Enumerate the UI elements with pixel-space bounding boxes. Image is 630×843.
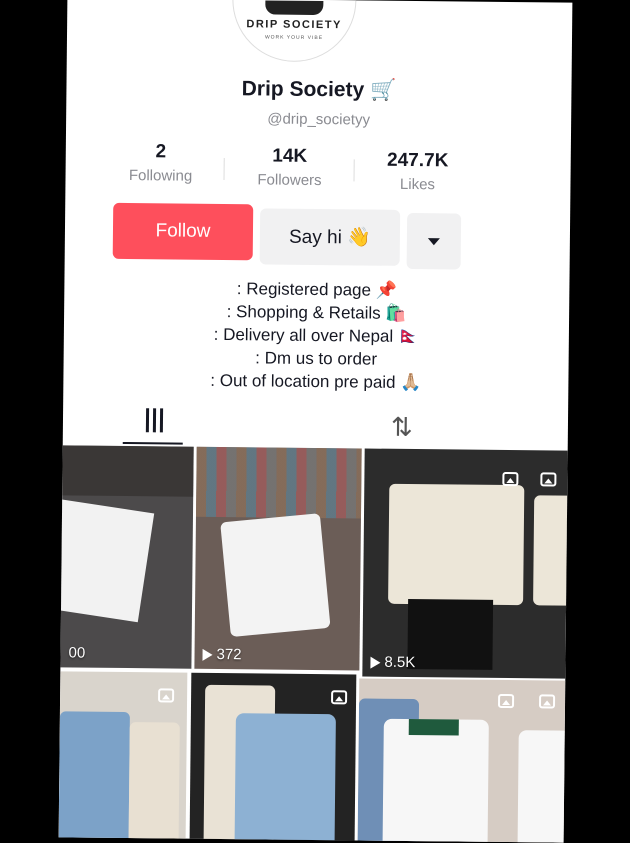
follow-button[interactable]: Follow bbox=[112, 202, 254, 261]
denim-jacket bbox=[58, 711, 130, 843]
bio-line: : Out of location pre paid 🙏🏼 bbox=[210, 370, 422, 393]
tab-videos[interactable] bbox=[141, 406, 169, 434]
say-hi-button[interactable]: Say hi 👋 bbox=[259, 208, 401, 266]
stat-likes-value: 247.7K bbox=[386, 149, 449, 172]
video-thumbnail[interactable]: 8.5K bbox=[362, 448, 568, 679]
photo-icon bbox=[331, 690, 348, 705]
logo-mark bbox=[265, 0, 324, 16]
caret-down-icon bbox=[427, 237, 440, 245]
denim-jacket bbox=[234, 713, 336, 843]
photo-thumbnail[interactable] bbox=[189, 672, 357, 843]
view-count-label: 00 bbox=[68, 644, 86, 662]
stat-followers[interactable]: 14K Followers bbox=[234, 145, 344, 190]
photo-icon bbox=[502, 471, 519, 487]
background-shelf bbox=[62, 445, 194, 497]
photo-icon bbox=[158, 688, 175, 703]
photo-icon bbox=[497, 693, 515, 709]
profile-screen: DRIP SOCIETY WORK YOUR VIBE Drip Society… bbox=[58, 0, 573, 843]
tshirt-image bbox=[60, 499, 155, 623]
photo-icon bbox=[538, 694, 556, 709]
play-icon bbox=[370, 656, 381, 669]
video-grid: 00 372 8.5K bbox=[58, 445, 568, 843]
photo-thumbnail[interactable] bbox=[58, 671, 188, 843]
logo-tagline: WORK YOUR VIBE bbox=[264, 34, 324, 42]
printed-tshirt bbox=[220, 513, 331, 638]
photo-icon bbox=[540, 472, 557, 487]
profile-name: Drip Society 🛒 bbox=[241, 77, 397, 102]
stat-following-value: 2 bbox=[155, 141, 167, 163]
profile-bio: : Registered page 📌 : Shopping & Retails… bbox=[63, 275, 569, 395]
view-count-label: 8.5K bbox=[384, 653, 416, 672]
more-options-button[interactable] bbox=[406, 212, 462, 270]
stat-divider bbox=[223, 158, 225, 181]
white-polo bbox=[517, 730, 566, 843]
stat-following-label: Following bbox=[128, 167, 193, 185]
active-tab-indicator bbox=[122, 441, 183, 445]
stat-following[interactable]: 2 Following bbox=[105, 141, 215, 185]
play-icon bbox=[202, 648, 213, 661]
photo-thumbnail[interactable] bbox=[357, 678, 566, 843]
view-count-label: 372 bbox=[216, 645, 242, 664]
stat-followers-label: Followers bbox=[257, 171, 322, 190]
stat-followers-value: 14K bbox=[272, 145, 308, 167]
view-count: 00 bbox=[68, 644, 85, 661]
view-count: 8.5K bbox=[370, 654, 415, 671]
tab-reposts[interactable]: ⇅ bbox=[390, 411, 413, 443]
stat-likes-label: Likes bbox=[399, 175, 436, 194]
beige-pants bbox=[128, 722, 180, 843]
black-pants bbox=[407, 598, 494, 670]
profile-avatar[interactable]: DRIP SOCIETY WORK YOUR VIBE bbox=[231, 0, 358, 63]
profile-handle: @drip_societyy bbox=[267, 110, 371, 129]
video-thumbnail[interactable]: 00 bbox=[60, 445, 194, 669]
logo-brand: DRIP SOCIETY bbox=[246, 18, 342, 32]
beige-tshirt bbox=[533, 495, 568, 606]
stat-divider bbox=[353, 159, 355, 182]
polo-collar bbox=[408, 718, 459, 736]
clothing-rack bbox=[195, 446, 362, 519]
repost-icon: ⇅ bbox=[390, 411, 413, 443]
profile-stats: 2 Following 14K Followers 247.7K Likes bbox=[105, 141, 506, 197]
beige-tshirt bbox=[388, 483, 525, 606]
stat-likes[interactable]: 247.7K Likes bbox=[362, 149, 472, 194]
video-thumbnail[interactable]: 372 bbox=[194, 446, 362, 671]
italia-polo bbox=[382, 718, 489, 843]
view-count: 372 bbox=[202, 645, 242, 664]
profile-tabs: ⇅ bbox=[63, 401, 568, 450]
